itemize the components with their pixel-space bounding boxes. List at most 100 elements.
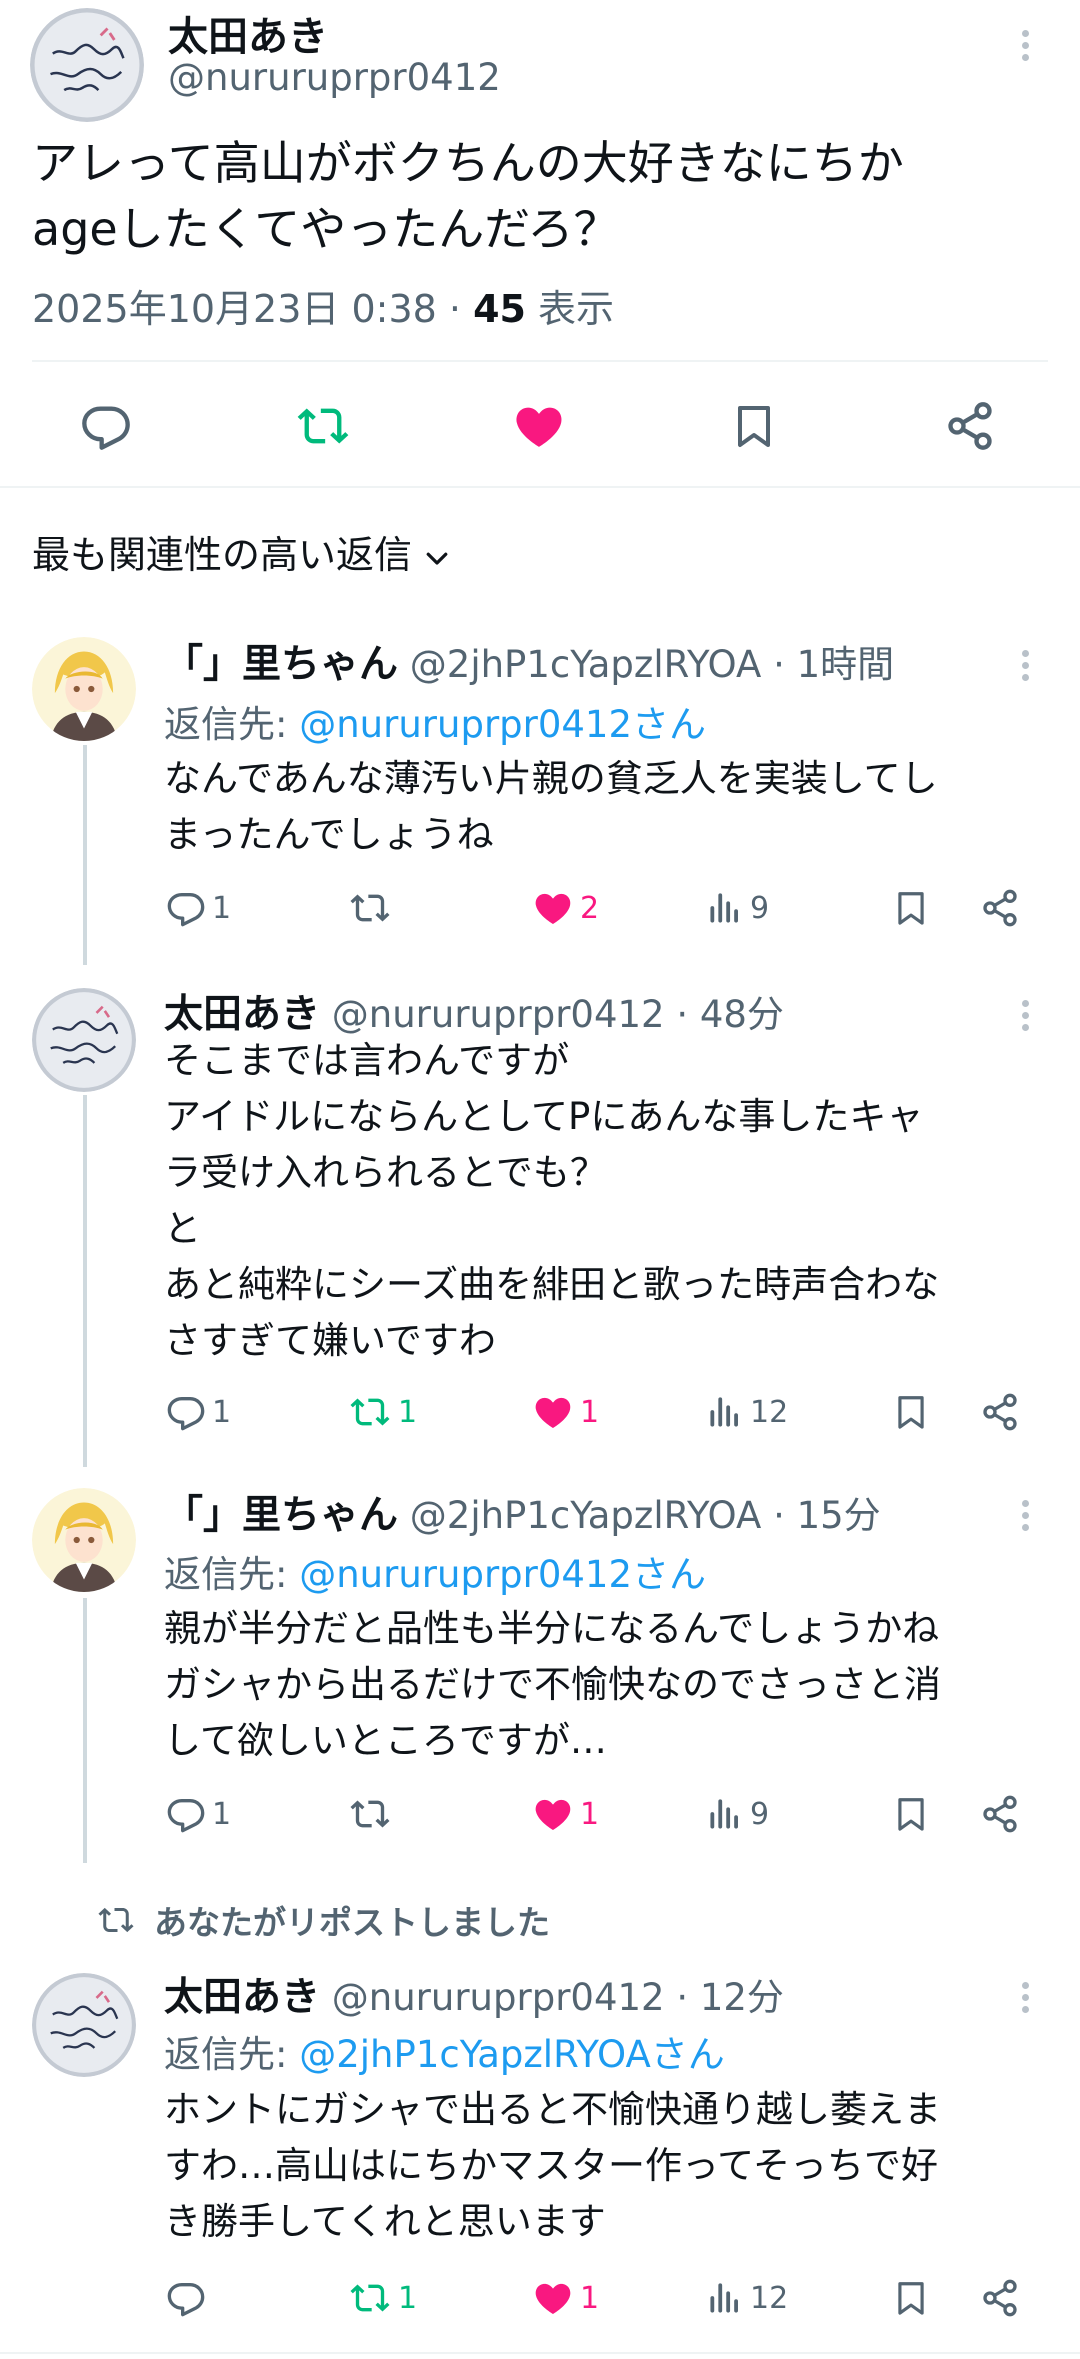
retweet-button[interactable]	[348, 888, 398, 928]
like-button[interactable]: 1	[532, 1392, 599, 1432]
avatar-image	[32, 988, 136, 1092]
bookmark-button[interactable]	[892, 888, 930, 928]
author-handle[interactable]: @2jhP1cYapzlRYOA · 1時間	[410, 643, 894, 686]
avatar[interactable]	[32, 1488, 136, 1592]
avatar-image	[30, 8, 144, 122]
bookmark-button[interactable]	[892, 1794, 930, 1834]
bookmark-icon	[892, 1392, 930, 1432]
like-count: 1	[580, 2280, 600, 2316]
bookmark-button[interactable]	[730, 400, 778, 452]
like-icon	[532, 1794, 574, 1834]
divider	[0, 2352, 1080, 2354]
avatar[interactable]	[32, 988, 136, 1092]
reply-button[interactable]: 1	[166, 1392, 231, 1432]
reply-to-link[interactable]: @nururuprpr0412さん	[299, 703, 706, 746]
author-name[interactable]: 太田あき	[164, 1975, 320, 2020]
view-label: 表示	[525, 287, 615, 331]
reply-text-line: 親が半分だと品性も半分になるんでしょうかね	[164, 1607, 940, 1650]
share-button[interactable]	[980, 1392, 1020, 1432]
avatar-image	[32, 1488, 136, 1592]
reply-text-line: なんであんな薄汚い片親の貧乏人を実装してし	[164, 757, 938, 800]
reply-button[interactable]: 1	[166, 1794, 231, 1834]
author-name[interactable]: 太田あき	[164, 992, 320, 1037]
retweet-button[interactable]: 1	[348, 2278, 417, 2318]
divider	[0, 486, 1080, 488]
author-name[interactable]: 太田あき	[168, 4, 328, 62]
like-icon	[532, 888, 574, 928]
reply-to: 返信先: @nururuprpr0412さん	[164, 694, 706, 748]
reply-text-line: さすぎて嫌いですわ	[164, 1319, 496, 1362]
more-icon[interactable]	[1020, 1500, 1030, 1536]
view-count: 12	[750, 2280, 789, 2316]
share-button[interactable]	[980, 888, 1020, 928]
views-icon	[706, 1392, 744, 1432]
avatar[interactable]	[30, 8, 144, 122]
views-icon	[706, 888, 744, 928]
reply-text: ホントにガシャで出ると不愉快通り越し萎えま すわ…高山はにちかマスター作ってそっ…	[164, 2082, 1054, 2250]
bookmark-button[interactable]	[892, 2278, 930, 2318]
reply-to-link[interactable]: @nururuprpr0412さん	[299, 1553, 706, 1596]
avatar[interactable]	[32, 637, 136, 741]
reply-header: 「」里ちゃん @2jhP1cYapzlRYOA · 1時間	[164, 633, 894, 689]
author-handle[interactable]: @2jhP1cYapzlRYOA · 15分	[410, 1494, 881, 1537]
reply-text-line: して欲しいところですが…	[164, 1719, 607, 1762]
more-icon[interactable]	[1020, 30, 1030, 66]
sort-label: 最も関連性の高い返信	[32, 533, 413, 577]
more-icon[interactable]	[1020, 1000, 1030, 1036]
view-count: 9	[750, 890, 770, 926]
author-handle[interactable]: @nururuprpr0412 · 48分	[332, 993, 784, 1036]
retweet-icon	[348, 2278, 392, 2318]
like-button[interactable]: 1	[532, 1794, 599, 1834]
reply-button[interactable]	[80, 400, 132, 452]
author-handle[interactable]: @nururuprpr0412 · 12分	[332, 1976, 784, 2019]
reply-to-link[interactable]: @2jhP1cYapzlRYOAさん	[299, 2033, 725, 2076]
like-button[interactable]	[512, 400, 566, 452]
retweet-button[interactable]: 1	[348, 1392, 417, 1432]
view-count: 9	[750, 1796, 770, 1832]
author-name[interactable]: 「」里ちゃん	[164, 1493, 398, 1538]
share-button[interactable]	[944, 400, 996, 452]
more-icon[interactable]	[1020, 1982, 1030, 2018]
reply-text-line: と	[164, 1207, 201, 1250]
views-button[interactable]: 12	[706, 2278, 788, 2318]
bookmark-icon	[892, 888, 930, 928]
share-button[interactable]	[980, 2278, 1020, 2318]
retweet-icon	[348, 1392, 392, 1432]
bookmark-icon	[730, 400, 778, 452]
share-icon	[944, 400, 996, 452]
views-button[interactable]: 12	[706, 1392, 788, 1432]
views-button[interactable]: 9	[706, 1794, 769, 1834]
retweet-icon	[96, 1902, 136, 1938]
bookmark-icon	[892, 1794, 930, 1834]
share-button[interactable]	[980, 1794, 1020, 1834]
more-icon[interactable]	[1020, 650, 1030, 686]
avatar-image	[32, 1973, 136, 2077]
reply-button[interactable]: 1	[166, 888, 231, 928]
reply-text-line: ホントにガシャで出ると不愉快通り越し萎えま	[164, 2088, 941, 2131]
retweet-button[interactable]	[348, 1794, 398, 1834]
like-count: 1	[580, 1796, 600, 1832]
avatar[interactable]	[32, 1973, 136, 2077]
retweet-button[interactable]	[295, 400, 351, 452]
avatar-image	[32, 637, 136, 741]
reposted-indicator: あなたがリポストしました	[96, 1896, 550, 1944]
like-count: 1	[580, 1394, 600, 1430]
views-icon	[706, 1794, 744, 1834]
author-name[interactable]: 「」里ちゃん	[164, 642, 398, 687]
reply-icon	[166, 1392, 206, 1432]
share-icon	[980, 2278, 1020, 2318]
bookmark-button[interactable]	[892, 1392, 930, 1432]
like-button[interactable]: 1	[532, 2278, 599, 2318]
views-button[interactable]: 9	[706, 888, 769, 928]
reply-sort-dropdown[interactable]: 最も関連性の高い返信	[32, 524, 452, 579]
view-count: 12	[750, 1394, 789, 1430]
tweet-text-line: アレって高山がボクちんの大好きなにちか	[32, 136, 904, 190]
like-button[interactable]: 2	[532, 888, 599, 928]
retweet-icon	[348, 1794, 392, 1834]
author-handle[interactable]: @nururuprpr0412	[168, 56, 501, 99]
reply-text-line: アイドルにならんとしてPにあんな事したキャ	[164, 1095, 924, 1138]
reply-text-line: そこまでは言わんですが	[164, 1039, 570, 1082]
reply-button[interactable]	[166, 2278, 212, 2318]
thread-line	[83, 745, 87, 965]
timestamp[interactable]: 2025年10月23日 0:38 ·	[32, 287, 473, 331]
